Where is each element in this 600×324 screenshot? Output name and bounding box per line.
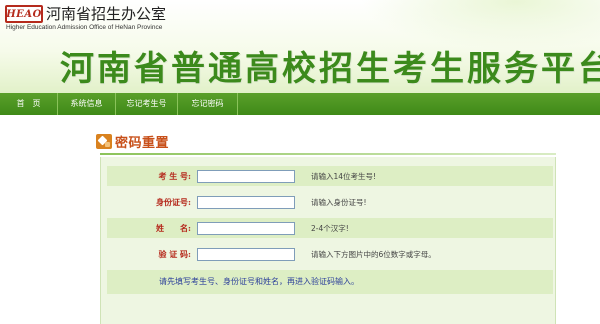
nav-system-info[interactable]: 系统信息 <box>58 93 116 115</box>
office-name-cn: 河南省招生办公室 <box>46 5 167 23</box>
reset-icon <box>96 133 112 149</box>
form-row-name: 姓 名: 2-4个汉字! <box>107 218 553 238</box>
exam-number-label: 考 生 号: <box>158 170 191 181</box>
section-divider <box>100 153 556 155</box>
form-row-exam-number: 考 生 号: 请输入14位考生号! <box>107 166 553 186</box>
name-label: 姓 名: <box>156 222 191 233</box>
name-input[interactable] <box>197 221 295 235</box>
office-name-en: Higher Education Admission Office of HeN… <box>6 24 163 31</box>
nav-forgot-exam-number[interactable]: 忘记考生号 <box>116 93 178 115</box>
section-title: 密码重置 <box>115 135 170 151</box>
form-row-captcha: 验 证 码: 请输入下方图片中的6位数字或字母。 <box>107 244 553 264</box>
captcha-hint: 请输入下方图片中的6位数字或字母。 <box>311 249 436 259</box>
captcha-label: 验 证 码: <box>158 248 191 259</box>
captcha-input[interactable] <box>197 247 295 261</box>
reset-form-panel: 考 生 号: 请输入14位考生号! 身份证号: 请输入身份证号! 姓 名: 2-… <box>100 157 556 324</box>
id-number-input[interactable] <box>197 195 295 209</box>
heao-logo: HEAO <box>5 5 43 23</box>
nav-home[interactable]: 首 页 <box>0 93 58 115</box>
id-number-label: 身份证号: <box>156 196 191 207</box>
exam-number-hint: 请输入14位考生号! <box>311 171 377 181</box>
exam-number-input[interactable] <box>197 169 295 183</box>
nav-forgot-password[interactable]: 忘记密码 <box>178 93 238 115</box>
section-heading: 密码重置 <box>96 132 170 151</box>
id-number-hint: 请输入身份证号! <box>311 197 367 207</box>
name-hint: 2-4个汉字! <box>311 223 349 233</box>
main-nav: 首 页 系统信息 忘记考生号 忘记密码 <box>0 93 600 115</box>
logo-text: HEAO <box>6 8 42 20</box>
site-header: HEAO 河南省招生办公室 Higher Education Admission… <box>0 0 600 93</box>
form-notice: 请先填写考生号、身份证号和姓名，再进入验证码输入。 <box>107 270 553 294</box>
form-row-id-number: 身份证号: 请输入身份证号! <box>107 192 553 212</box>
platform-title: 河南省普通高校招生考生服务平台 <box>60 49 600 89</box>
